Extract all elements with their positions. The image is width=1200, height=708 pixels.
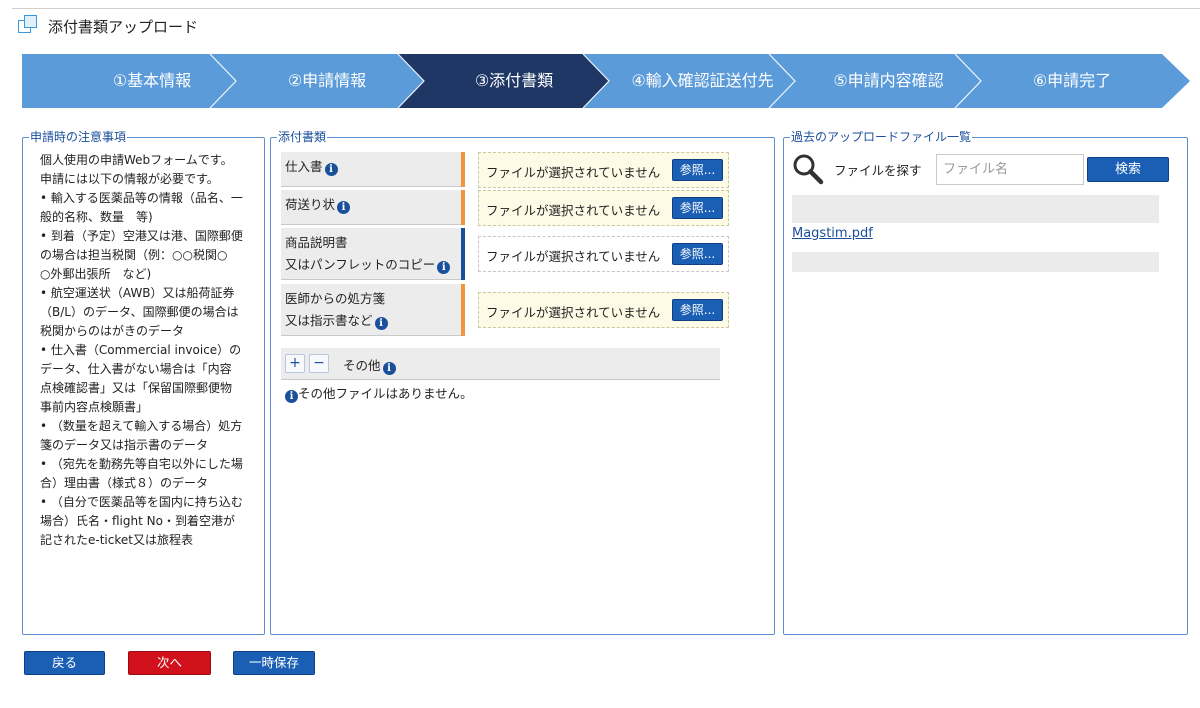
- step-6-label: ⑥申請完了: [1032, 71, 1112, 90]
- browse-button[interactable]: 参照...: [672, 243, 723, 265]
- uploaded-file-link[interactable]: Magstim.pdf: [792, 226, 873, 241]
- remove-file-button[interactable]: −: [309, 354, 329, 373]
- notice-line: • 仕入書（Commercial invoice）の: [40, 343, 242, 357]
- doc-label-text: 商品説明書: [285, 235, 348, 250]
- notice-panel: 申請時の注意事項 個人使用の申請Webフォームです。 申請には以下の情報が必要で…: [22, 129, 265, 635]
- notice-line: 個人使用の申請Webフォームです。: [40, 153, 233, 167]
- notice-line: • 航空運送状（AWB）又は船荷証券: [40, 286, 235, 300]
- file-status: ファイルが選択されていません: [486, 203, 661, 218]
- notice-line: • （自分で医薬品等を国内に持ち込む: [40, 495, 243, 509]
- search-icon: [793, 154, 824, 185]
- file-input-invoice: ファイルが選択されていません 参照...: [478, 152, 729, 188]
- attachments-panel: 添付書類 仕入書 i ファイルが選択されていません 参照... 荷送り状 i ファイ…: [270, 129, 775, 635]
- notice-legend: 申請時の注意事項: [29, 129, 128, 145]
- file-status: ファイルが選択されていません: [486, 305, 661, 320]
- required-marker: [461, 284, 465, 336]
- info-icon[interactable]: i: [437, 261, 451, 274]
- doc-label-invoice: 仕入書 i: [281, 152, 463, 187]
- file-input-prescription: ファイルが選択されていません 参照...: [478, 292, 729, 328]
- doc-label-product-brochure: 商品説明書 又はパンフレットのコピー i: [281, 228, 463, 280]
- notice-line: • （宛先を勤務先等自宅以外にした場: [40, 457, 243, 471]
- other-files-bar: + − その他 i: [281, 348, 720, 380]
- file-input-packing-list: ファイルが選択されていません 参照...: [478, 190, 729, 226]
- notice-line: • 到着（予定）空港又は港、国際郵便: [40, 229, 243, 243]
- page-title: 添付書類アップロード: [48, 17, 199, 36]
- past-uploads-panel: 過去のアップロードファイル一覧 ファイルを探す 検索 Magstim.pdf: [783, 129, 1188, 635]
- page-header: 添付書類アップロード: [18, 14, 198, 38]
- progress-stepper: ①基本情報 ②申請情報 ③添付書類 ④輸入確認証送付先 ⑤申請内容確認 ⑥申請完…: [22, 54, 1190, 108]
- file-status: ファイルが選択されていません: [486, 249, 661, 264]
- notice-line: （B/L）のデータ、国際郵便の場合は: [40, 305, 239, 319]
- doc-label-text: 荷送り状: [285, 197, 336, 212]
- step-1-label: ①基本情報: [112, 71, 192, 90]
- step-3-label: ③添付書類: [474, 71, 554, 90]
- filename-search-input[interactable]: [936, 154, 1084, 185]
- file-list-header: [792, 195, 1159, 223]
- browse-button[interactable]: 参照...: [672, 159, 723, 181]
- step-4-label: ④輸入確認証送付先: [631, 71, 774, 90]
- add-file-button[interactable]: +: [285, 354, 305, 373]
- notice-line: 事前内容点検願書」: [40, 400, 149, 414]
- notice-line: データ、仕入書がない場合は「内容: [40, 362, 232, 376]
- info-icon[interactable]: i: [382, 362, 396, 375]
- past-uploads-legend: 過去のアップロードファイル一覧: [790, 129, 973, 145]
- back-button[interactable]: 戻る: [24, 651, 105, 675]
- other-label-text: その他: [343, 358, 381, 373]
- other-files-note: i その他ファイルはありません。: [283, 383, 473, 403]
- required-marker: [461, 152, 465, 187]
- notice-line: 税関からのはがきのデータ: [40, 324, 185, 338]
- notice-line: 合）理由書（様式８）のデータ: [40, 476, 209, 490]
- file-status: ファイルが選択されていません: [486, 165, 661, 180]
- doc-label-text: 又はパンフレットのコピー: [285, 257, 436, 272]
- notice-line: 点検確認書」又は「保留国際郵便物: [40, 381, 233, 395]
- doc-label-prescription: 医師からの処方箋 又は指示書など i: [281, 284, 463, 336]
- doc-label-text: 医師からの処方箋: [285, 291, 386, 306]
- browse-button[interactable]: 参照...: [672, 299, 723, 321]
- notice-line: 記されたe-ticket又は旅程表: [40, 533, 193, 547]
- browse-button[interactable]: 参照...: [672, 197, 723, 219]
- notice-line: 場合）氏名・flight No・到着空港が: [40, 514, 235, 528]
- notice-line: • 輸入する医薬品等の情報（品名、一: [40, 191, 243, 205]
- info-icon[interactable]: i: [324, 163, 338, 176]
- info-icon: i: [285, 390, 298, 403]
- upload-page-icon: [18, 15, 40, 37]
- attachments-legend: 添付書類: [277, 129, 328, 145]
- notice-text: 個人使用の申請Webフォームです。 申請には以下の情報が必要です。 • 輸入する…: [40, 151, 262, 550]
- notice-line: ○外郵出張所 など): [40, 267, 152, 281]
- notice-line: の場合は担当税関（例：○○税関○: [40, 248, 228, 262]
- step-2-label: ②申請情報: [287, 71, 367, 90]
- notice-line: 箋のデータ又は指示書のデータ: [40, 438, 209, 452]
- file-input-product-brochure: ファイルが選択されていません 参照...: [478, 236, 729, 272]
- optional-marker: [461, 228, 465, 280]
- notice-line: • （数量を超えて輸入する場合）処方: [40, 419, 243, 433]
- search-button[interactable]: 検索: [1087, 157, 1169, 182]
- other-note-text: その他ファイルはありません。: [298, 386, 473, 401]
- search-label: ファイルを探す: [834, 163, 922, 178]
- info-icon[interactable]: i: [374, 317, 388, 330]
- top-rule: [12, 8, 1200, 9]
- other-files-label: その他 i: [343, 355, 396, 375]
- save-draft-button[interactable]: 一時保存: [233, 651, 315, 675]
- step-5-label: ⑤申請内容確認: [833, 71, 944, 90]
- notice-line: 般的名称、数量 等): [40, 210, 153, 224]
- doc-label-text: 仕入書: [285, 159, 323, 174]
- info-icon[interactable]: i: [337, 201, 351, 214]
- notice-line: 申請には以下の情報が必要です。: [40, 172, 219, 186]
- required-marker: [461, 190, 465, 225]
- doc-label-text: 又は指示書など: [285, 313, 373, 328]
- file-list-footer: [792, 252, 1159, 272]
- doc-label-packing-list: 荷送り状 i: [281, 190, 463, 225]
- next-button[interactable]: 次へ: [128, 651, 211, 675]
